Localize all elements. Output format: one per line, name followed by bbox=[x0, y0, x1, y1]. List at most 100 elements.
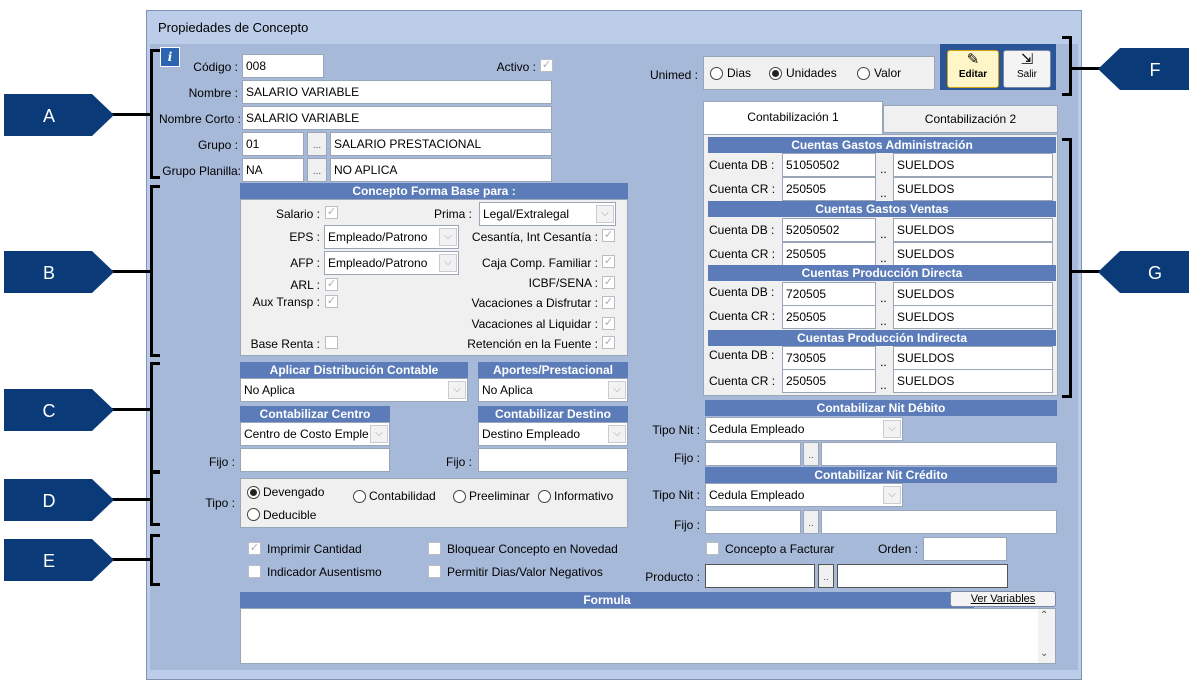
cuenta-cr-lookup[interactable]: .. bbox=[880, 314, 887, 328]
orden-field[interactable] bbox=[923, 537, 1007, 561]
base-renta-checkbox[interactable] bbox=[325, 336, 338, 349]
grupo-code-field[interactable]: 01 bbox=[242, 132, 304, 156]
tipo-deducible-radio[interactable] bbox=[247, 508, 260, 521]
tipo-devengado-radio[interactable] bbox=[247, 486, 260, 499]
contabilizar-destino-header: Contabilizar Destino bbox=[478, 406, 628, 422]
afp-value: Empleado/Patrono bbox=[328, 256, 428, 270]
nombre-corto-label: Nombre Corto : bbox=[158, 112, 241, 126]
afp-select[interactable]: Empleado/Patrono ⌵ bbox=[324, 251, 459, 275]
grupo-name-field: SALARIO PRESTACIONAL bbox=[330, 132, 552, 156]
aux-transp-checkbox[interactable]: ✓ bbox=[325, 295, 338, 308]
scroll-up-icon[interactable]: ⌃ bbox=[1040, 610, 1048, 621]
bloquear-concepto-checkbox[interactable] bbox=[428, 542, 441, 555]
afp-label: AFP : bbox=[290, 256, 320, 270]
contabilizar-centro-select[interactable]: Centro de Costo Emple ⌵ bbox=[240, 422, 390, 446]
caja-checkbox[interactable]: ✓ bbox=[602, 255, 615, 268]
cuenta-db-name: SUELDOS bbox=[893, 153, 1053, 177]
cuenta-db-field[interactable]: 52050502 bbox=[782, 218, 876, 242]
fijo-centro-field[interactable] bbox=[240, 448, 390, 472]
codigo-field[interactable]: 008 bbox=[242, 54, 324, 78]
grupo-lookup-button[interactable]: ... bbox=[307, 132, 327, 156]
unimed-dias-radio[interactable] bbox=[710, 67, 723, 80]
cuenta-cr-field[interactable]: 250505 bbox=[782, 369, 876, 393]
fijo-nit-debito-lookup[interactable]: .. bbox=[803, 442, 819, 466]
account-group-header: Cuentas Producción Directa bbox=[708, 265, 1056, 281]
cuenta-db-lookup[interactable]: .. bbox=[880, 162, 887, 176]
arl-label: ARL : bbox=[290, 278, 320, 292]
cuenta-cr-field[interactable]: 250505 bbox=[782, 242, 876, 266]
nombre-corto-field[interactable]: SALARIO VARIABLE bbox=[242, 106, 552, 130]
info-icon[interactable]: i bbox=[160, 47, 180, 67]
tab-contabilizacion-2[interactable]: Contabilización 2 bbox=[883, 105, 1058, 133]
cuenta-cr-field[interactable]: 250505 bbox=[782, 177, 876, 201]
bracket-d bbox=[150, 470, 160, 526]
fijo-destino-field[interactable] bbox=[478, 448, 628, 472]
fijo-nit-credito-field[interactable] bbox=[705, 510, 801, 534]
tab-contabilizacion-1[interactable]: Contabilización 1 bbox=[703, 101, 883, 135]
cuenta-db-field[interactable]: 51050502 bbox=[782, 153, 876, 177]
retencion-checkbox[interactable]: ✓ bbox=[602, 336, 615, 349]
eps-select[interactable]: Empleado/Patrono ⌵ bbox=[324, 225, 459, 249]
tipo-informativo-radio[interactable] bbox=[538, 490, 551, 503]
contabilizar-centro-header: Contabilizar Centro bbox=[240, 406, 390, 422]
icbf-label: ICBF/SENA : bbox=[528, 276, 598, 290]
indicador-ausentismo-checkbox[interactable] bbox=[248, 565, 261, 578]
aportes-select[interactable]: No Aplica ⌵ bbox=[478, 378, 628, 402]
tipo-label: Tipo : bbox=[205, 496, 235, 510]
grupo-planilla-code-field[interactable]: NA bbox=[242, 158, 304, 182]
cuenta-db-lookup[interactable]: .. bbox=[880, 227, 887, 241]
callout-a-label: A bbox=[42, 106, 55, 126]
cuenta-db-field[interactable]: 720505 bbox=[782, 282, 876, 306]
cuenta-db-field[interactable]: 730505 bbox=[782, 346, 876, 370]
fijo-nit-credito-lookup[interactable]: .. bbox=[803, 510, 819, 534]
vac-liquidar-checkbox[interactable]: ✓ bbox=[602, 317, 615, 330]
grupo-planilla-lookup-button[interactable]: ... bbox=[307, 158, 327, 182]
tipo-preeliminar-radio[interactable] bbox=[453, 490, 466, 503]
chevron-down-icon: ⌵ bbox=[370, 425, 388, 443]
producto-code-field[interactable] bbox=[705, 564, 815, 588]
scroll-down-icon[interactable]: ⌄ bbox=[1040, 648, 1048, 659]
cuenta-cr-field[interactable]: 250505 bbox=[782, 305, 876, 329]
icbf-checkbox[interactable]: ✓ bbox=[602, 276, 615, 289]
unimed-valor-radio[interactable] bbox=[857, 67, 870, 80]
editar-button[interactable]: ✎ Editar bbox=[947, 50, 999, 88]
formula-textarea[interactable] bbox=[240, 608, 1056, 664]
cuenta-cr-lookup[interactable]: .. bbox=[880, 186, 887, 200]
tipo-nit-debito-select[interactable]: Cedula Empleado ⌵ bbox=[705, 417, 903, 441]
contabilizar-destino-select[interactable]: Destino Empleado ⌵ bbox=[478, 422, 628, 446]
prima-select[interactable]: Legal/Extralegal ⌵ bbox=[479, 202, 616, 226]
producto-lookup-button[interactable]: .. bbox=[818, 564, 834, 588]
fijo-centro-label: Fijo : bbox=[208, 455, 235, 469]
account-group-header: Cuentas Producción Indirecta bbox=[708, 330, 1056, 346]
concepto-facturar-checkbox[interactable] bbox=[706, 542, 719, 555]
permitir-negativos-checkbox[interactable] bbox=[428, 565, 441, 578]
ver-variables-button[interactable]: Ver Variables bbox=[950, 591, 1056, 607]
cuenta-cr-name: SUELDOS bbox=[893, 369, 1053, 393]
cuenta-db-lookup[interactable]: .. bbox=[880, 355, 887, 369]
salario-checkbox[interactable]: ✓ bbox=[325, 206, 338, 219]
vac-disfrutar-label: Vacaciones a Disfrutar : bbox=[471, 296, 599, 310]
imprimir-cantidad-checkbox[interactable]: ✓ bbox=[248, 542, 261, 555]
tipo-nit-credito-select[interactable]: Cedula Empleado ⌵ bbox=[705, 483, 903, 507]
nombre-field[interactable]: SALARIO VARIABLE bbox=[242, 80, 552, 104]
cuenta-cr-lookup[interactable]: .. bbox=[880, 378, 887, 392]
aplicar-distribucion-header: Aplicar Distribución Contable bbox=[240, 362, 468, 378]
salir-button[interactable]: ⇲ Salir bbox=[1003, 50, 1051, 88]
arl-checkbox[interactable]: ✓ bbox=[325, 278, 338, 291]
retencion-label: Retención en la Fuente : bbox=[467, 337, 598, 351]
aplicar-distribucion-select[interactable]: No Aplica ⌵ bbox=[240, 378, 468, 402]
tipo-contabilidad-radio[interactable] bbox=[353, 490, 366, 503]
prima-label: Prima : bbox=[433, 207, 472, 221]
unimed-unidades-radio[interactable] bbox=[769, 67, 782, 80]
eps-label: EPS : bbox=[289, 230, 320, 244]
aplicar-distribucion-value: No Aplica bbox=[244, 383, 295, 397]
cuenta-db-lookup[interactable]: .. bbox=[880, 291, 887, 305]
fijo-nit-credito-label: Fijo : bbox=[673, 518, 700, 532]
cuenta-cr-lookup[interactable]: .. bbox=[880, 251, 887, 265]
vac-liquidar-label: Vacaciones al Liquidar : bbox=[471, 317, 598, 331]
activo-checkbox[interactable]: ✓ bbox=[540, 59, 553, 72]
fijo-nit-debito-field[interactable] bbox=[705, 442, 801, 466]
aux-transp-label: Aux Transp : bbox=[252, 295, 320, 309]
vac-disfrutar-checkbox[interactable]: ✓ bbox=[602, 296, 615, 309]
cesantia-checkbox[interactable]: ✓ bbox=[602, 229, 615, 242]
